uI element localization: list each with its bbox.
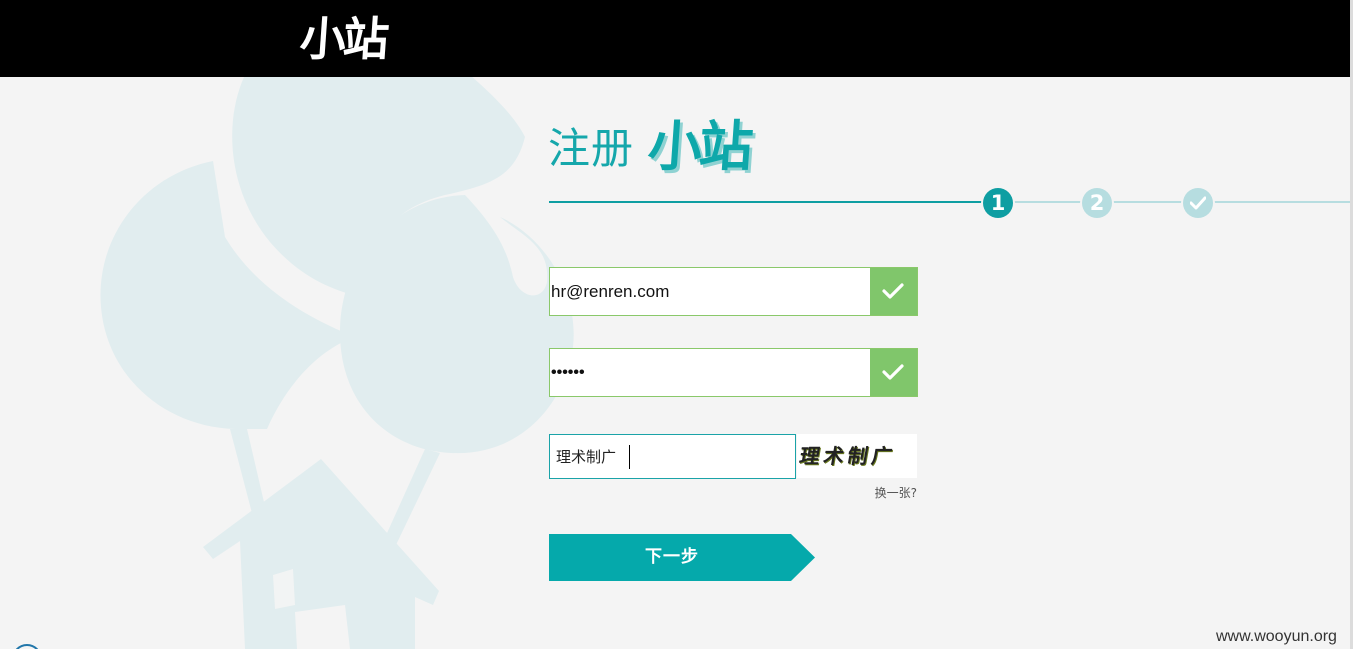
check-icon (882, 283, 904, 299)
site-logo[interactable]: 小站 (298, 10, 388, 68)
check-icon (1190, 196, 1206, 210)
next-step-label: 下一步 (645, 547, 699, 567)
captcha-field-wrapper (549, 434, 796, 479)
step-1-indicator: 1 (983, 188, 1013, 218)
password-field[interactable] (550, 349, 871, 396)
password-field-wrapper (549, 348, 918, 397)
progress-line-completed (549, 201, 985, 203)
email-valid-indicator (870, 268, 917, 315)
title-register-text: 注册 (548, 124, 635, 173)
step-2-indicator: 2 (1082, 188, 1112, 218)
email-field[interactable] (550, 268, 871, 315)
password-valid-indicator (870, 349, 917, 396)
step-3-indicator (1183, 188, 1213, 218)
refresh-captcha-link[interactable]: 换一张? (860, 484, 917, 501)
next-step-button[interactable]: 下一步 (549, 534, 815, 581)
corner-circle-icon (12, 644, 42, 649)
text-caret (629, 445, 630, 469)
top-bar: 小站 (0, 0, 1350, 77)
title-brand-text: 小站 (645, 115, 753, 178)
progress-line-remaining (1012, 201, 1350, 203)
captcha-input[interactable] (550, 435, 795, 478)
email-field-wrapper (549, 267, 918, 316)
check-icon (882, 364, 904, 380)
captcha-image[interactable]: 理术制广 (797, 434, 917, 478)
page-title: 注册 小站 (548, 115, 753, 179)
captcha-image-text: 理术制广 (797, 444, 898, 468)
watermark-text: www.wooyun.org (1216, 628, 1337, 645)
